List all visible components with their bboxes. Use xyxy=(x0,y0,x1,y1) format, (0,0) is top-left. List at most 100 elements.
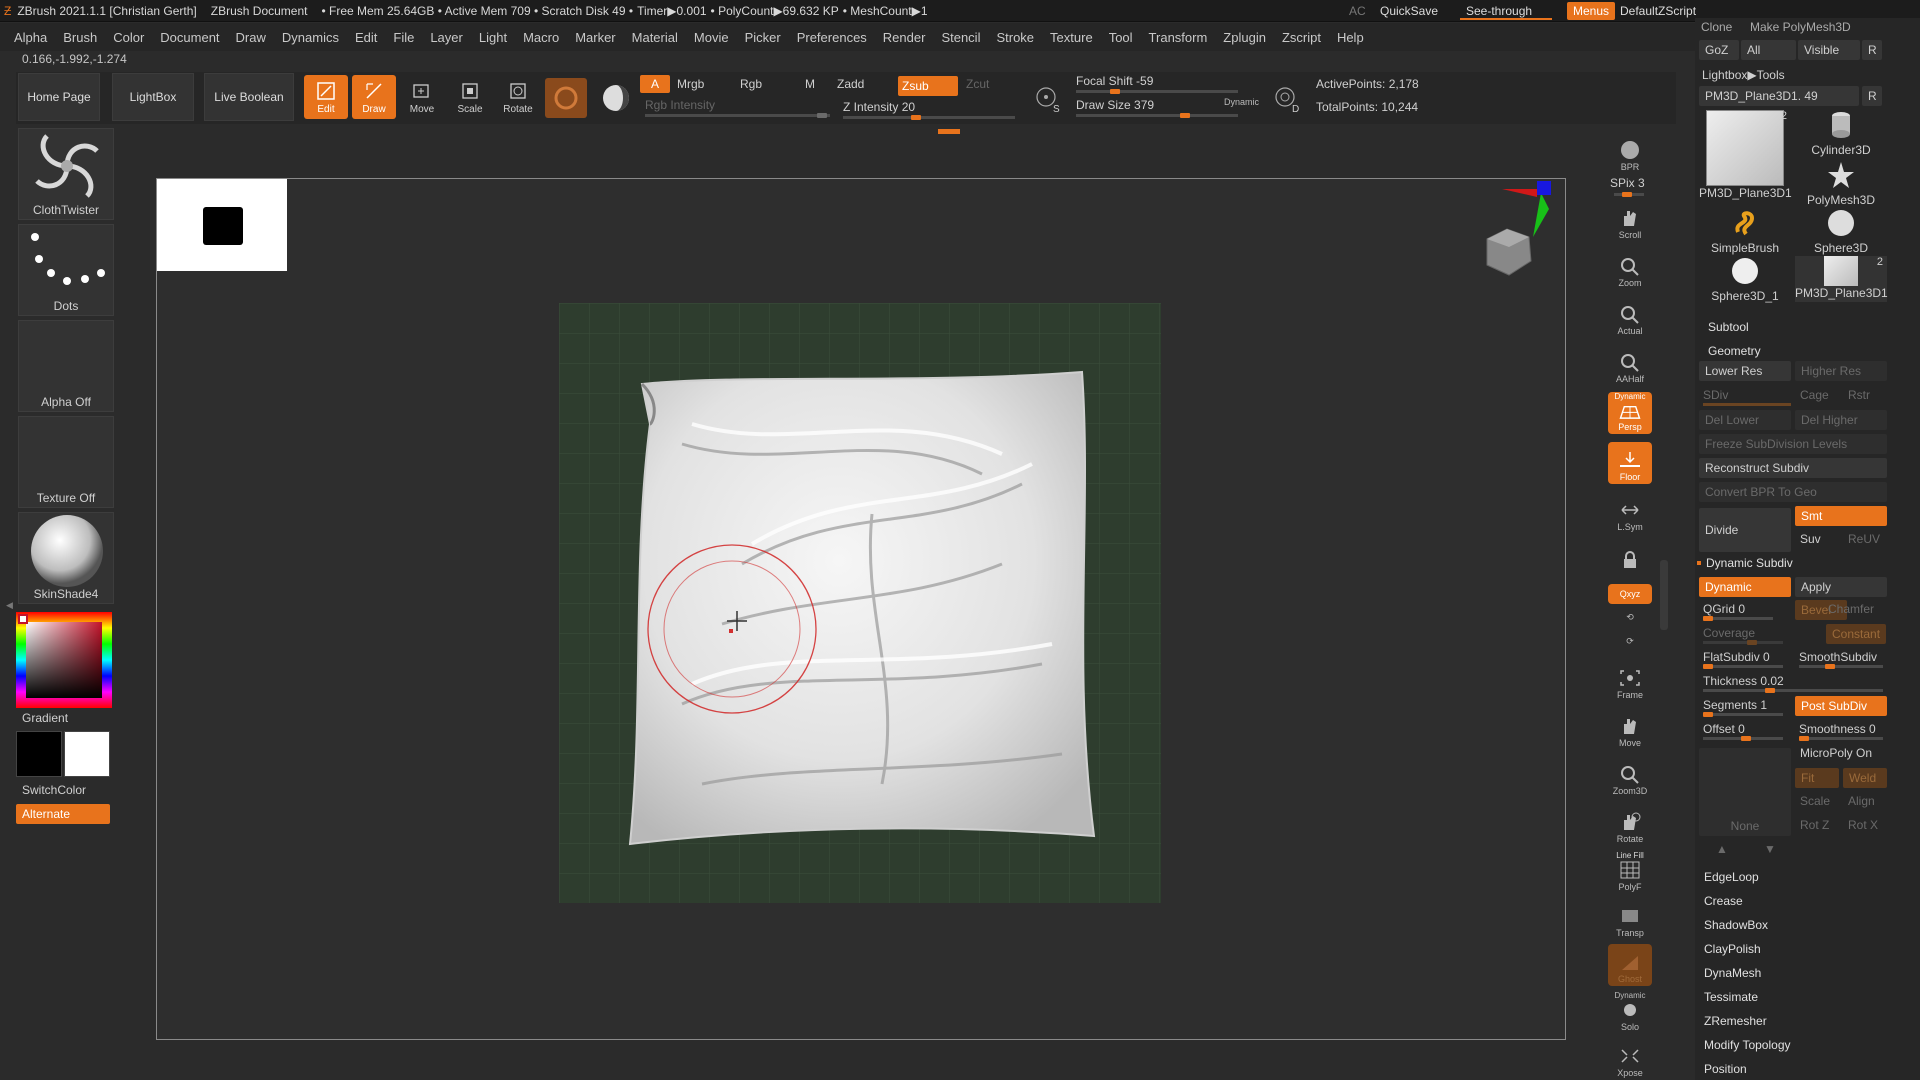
edit-mode-button[interactable]: Edit xyxy=(304,75,348,119)
dynamesh-section[interactable]: DynaMesh xyxy=(1704,966,1761,980)
weld-toggle[interactable]: Weld xyxy=(1843,768,1887,788)
scale-mode-button[interactable]: Scale xyxy=(448,75,492,119)
draw-size-track[interactable] xyxy=(1076,113,1238,118)
menu-texture[interactable]: Texture xyxy=(1050,30,1093,45)
see-through-slider[interactable]: See-through 0 xyxy=(1460,2,1552,36)
clone-button[interactable]: Clone xyxy=(1701,20,1732,34)
menu-edit[interactable]: Edit xyxy=(355,30,377,45)
menu-stencil[interactable]: Stencil xyxy=(941,30,980,45)
primary-color-black[interactable] xyxy=(16,731,62,777)
offset-slider[interactable]: Offset 0 xyxy=(1703,722,1745,736)
mrgb-toggle[interactable]: Mrgb xyxy=(677,77,704,91)
thickness-slider[interactable]: Thickness 0.02 xyxy=(1703,674,1784,688)
zoom-button[interactable]: Zoom xyxy=(1608,248,1652,290)
segments-track[interactable] xyxy=(1703,712,1783,717)
spix-track[interactable] xyxy=(1614,192,1644,197)
zadd-toggle[interactable]: Zadd xyxy=(837,77,864,91)
convert-bpr-button[interactable]: Convert BPR To Geo xyxy=(1699,482,1887,502)
smoothness-slider[interactable]: Smoothness 0 xyxy=(1799,722,1876,736)
smoothness-track[interactable] xyxy=(1799,736,1883,741)
menu-document[interactable]: Document xyxy=(160,30,219,45)
aahalf-button[interactable]: AAHalf xyxy=(1608,344,1652,386)
reuv-toggle[interactable]: ReUV xyxy=(1848,532,1880,546)
divide-button[interactable]: Divide xyxy=(1699,508,1791,552)
tool-thumb-polymesh[interactable]: PolyMesh3D xyxy=(1795,160,1887,207)
menu-macro[interactable]: Macro xyxy=(523,30,559,45)
saturation-box[interactable] xyxy=(26,622,102,698)
higher-res-button[interactable]: Higher Res xyxy=(1795,361,1887,381)
color-picker[interactable] xyxy=(16,612,112,708)
tool-thumb-pm3d-plane[interactable]: PM3D_Plane3D1 2 xyxy=(1699,110,1792,204)
smoothsubdiv-slider[interactable]: SmoothSubdiv xyxy=(1799,650,1877,664)
micropoly-scale-slider[interactable]: Scale xyxy=(1800,794,1830,808)
alpha-selector[interactable]: Alpha Off xyxy=(18,320,114,412)
menu-help[interactable]: Help xyxy=(1337,30,1364,45)
flatsubdiv-slider[interactable]: FlatSubdiv 0 xyxy=(1703,650,1770,664)
focal-shift-track[interactable] xyxy=(1076,89,1238,94)
alternate-button[interactable]: Alternate xyxy=(16,804,110,824)
solo-button[interactable]: Dynamic Solo xyxy=(1608,990,1652,1034)
post-subdiv-toggle[interactable]: Post SubDiv xyxy=(1795,696,1887,716)
gradient-label[interactable]: Gradient xyxy=(22,711,68,725)
thickness-track[interactable] xyxy=(1703,688,1883,693)
tool-thumb-sphere3d[interactable]: Sphere3D xyxy=(1795,208,1887,255)
persp-button[interactable]: Dynamic Persp xyxy=(1608,392,1652,434)
menu-tool[interactable]: Tool xyxy=(1109,30,1133,45)
move-view-button[interactable]: Move xyxy=(1608,708,1652,750)
a-toggle[interactable]: A xyxy=(640,75,670,93)
edgeloop-section[interactable]: EdgeLoop xyxy=(1704,870,1759,884)
local-symmetry-button[interactable]: L.Sym xyxy=(1608,492,1652,534)
del-lower-button[interactable]: Del Lower xyxy=(1699,410,1791,430)
menu-draw[interactable]: Draw xyxy=(236,30,266,45)
qgrid-track[interactable] xyxy=(1703,616,1773,621)
spix-slider[interactable]: SPix 3 xyxy=(1610,176,1645,190)
menu-marker[interactable]: Marker xyxy=(575,30,615,45)
quicksave-button[interactable]: QuickSave xyxy=(1374,2,1444,20)
micropoly-preview[interactable]: None xyxy=(1699,748,1791,836)
menu-preferences[interactable]: Preferences xyxy=(797,30,867,45)
bpr-render-button[interactable]: BPR xyxy=(1608,132,1652,174)
zcut-toggle[interactable]: Zcut xyxy=(966,77,989,91)
brush-selector[interactable]: ClothTwister xyxy=(18,128,114,220)
polyframe-button[interactable]: Line Fill PolyF xyxy=(1608,850,1652,894)
rot-x-toggle[interactable]: Rot X xyxy=(1848,818,1878,832)
menu-light[interactable]: Light xyxy=(479,30,507,45)
dynamic-subdiv-section[interactable]: Dynamic Subdiv xyxy=(1706,556,1793,570)
claypolish-section[interactable]: ClayPolish xyxy=(1704,942,1761,956)
tool-thumb-sphere3d-1[interactable]: Sphere3D_1 xyxy=(1699,256,1791,303)
tool-thumb-pm3d-plane-2[interactable]: PM3D_Plane3D1 2 xyxy=(1795,256,1888,302)
menu-alpha[interactable]: Alpha xyxy=(14,30,47,45)
menu-stroke[interactable]: Stroke xyxy=(996,30,1034,45)
default-zscript-button[interactable]: DefaultZScript xyxy=(1614,2,1702,20)
menu-movie[interactable]: Movie xyxy=(694,30,729,45)
menu-zplugin[interactable]: Zplugin xyxy=(1223,30,1266,45)
zsub-toggle[interactable]: Zsub xyxy=(898,76,958,96)
goz-button[interactable]: GoZ xyxy=(1699,40,1739,60)
live-boolean-button[interactable]: Live Boolean xyxy=(204,73,294,121)
tool-thumb-simplebrush[interactable]: SimpleBrush xyxy=(1699,208,1791,255)
freeze-subdivision-button[interactable]: Freeze SubDivision Levels xyxy=(1699,434,1887,454)
previous-arrow-icon[interactable]: ▲ xyxy=(1716,842,1728,856)
menu-transform[interactable]: Transform xyxy=(1149,30,1208,45)
smt-toggle[interactable]: Smt xyxy=(1795,506,1887,526)
material-button[interactable] xyxy=(545,78,587,118)
crease-section[interactable]: Crease xyxy=(1704,894,1743,908)
sphere-material-button[interactable] xyxy=(596,78,636,118)
lock-button[interactable] xyxy=(1608,540,1652,574)
make-polymesh-button[interactable]: Make PolyMesh3D xyxy=(1750,20,1851,34)
rot-z-toggle[interactable]: Rot Z xyxy=(1800,818,1829,832)
actual-button[interactable]: Actual xyxy=(1608,296,1652,338)
m-toggle[interactable]: M xyxy=(805,77,815,91)
current-tool-r-button[interactable]: R xyxy=(1862,86,1882,106)
right-tray-scrollbar[interactable] xyxy=(1660,560,1668,630)
cage-button[interactable]: Cage xyxy=(1800,388,1829,402)
goz-all-button[interactable]: All xyxy=(1741,40,1796,60)
zoom3d-button[interactable]: Zoom3D xyxy=(1608,756,1652,798)
segments-slider[interactable]: Segments 1 xyxy=(1703,698,1767,712)
zremesher-section[interactable]: ZRemesher xyxy=(1704,1014,1767,1028)
scroll-button[interactable]: Scroll xyxy=(1608,200,1652,242)
focal-shift-slider[interactable]: Focal Shift -59 xyxy=(1076,74,1153,88)
geometry-section[interactable]: Geometry xyxy=(1708,344,1761,358)
xyz-rotate-button[interactable]: Qxyz xyxy=(1608,584,1652,604)
tessimate-section[interactable]: Tessimate xyxy=(1704,990,1758,1004)
